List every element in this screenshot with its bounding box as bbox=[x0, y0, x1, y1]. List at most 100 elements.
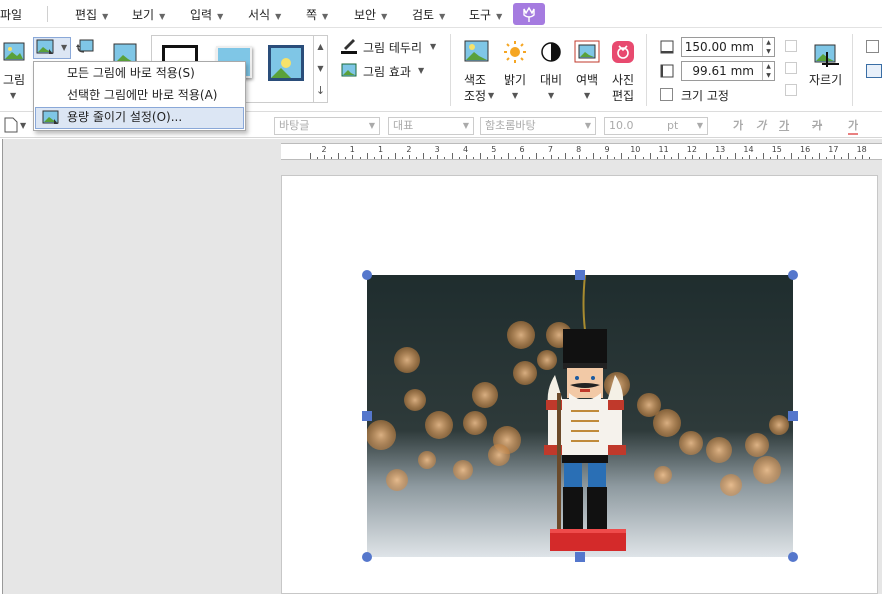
menu-review[interactable]: 검토 ▼ bbox=[412, 6, 445, 23]
resize-handle-top[interactable] bbox=[575, 270, 585, 280]
ruler-label: 18 bbox=[856, 145, 867, 154]
expand-gallery-icon[interactable]: ↓ bbox=[314, 80, 327, 102]
ruler-minor-tick bbox=[600, 157, 602, 159]
ruler-minor-tick bbox=[373, 157, 375, 159]
resize-handle-bottom-left[interactable] bbox=[362, 552, 372, 562]
underline-button[interactable]: 가 bbox=[779, 117, 789, 133]
height-icon bbox=[660, 64, 674, 78]
ruler-minor-tick bbox=[628, 157, 630, 159]
ruler-tick bbox=[310, 153, 311, 159]
apply-selected-picture-item[interactable]: 선택한 그림에만 바로 적용(A) bbox=[35, 85, 244, 107]
font-color-button[interactable]: 가 bbox=[848, 117, 859, 135]
ruler-minor-tick bbox=[472, 157, 474, 159]
margin-button[interactable]: 여백 ▼ bbox=[574, 40, 602, 104]
ruler-label: 13 bbox=[715, 145, 726, 154]
ruler-tick bbox=[847, 153, 849, 159]
chevron-down-icon: ▼ bbox=[439, 12, 446, 21]
nutcracker-photo-icon bbox=[367, 275, 793, 557]
menu-item-label: 용량 줄이기 설정(O)... bbox=[67, 110, 183, 124]
ribbon-separator bbox=[450, 34, 451, 106]
extra-checkbox[interactable] bbox=[866, 40, 879, 53]
font-select[interactable]: 함초롬바탕 ▼ bbox=[480, 117, 596, 135]
resize-handle-bottom[interactable] bbox=[575, 552, 585, 562]
menu-security[interactable]: 보안 ▼ bbox=[354, 6, 387, 23]
resize-handle-top-right[interactable] bbox=[788, 270, 798, 280]
gallery-scrollbar[interactable]: ▲ ▼ ↓ bbox=[314, 35, 328, 103]
italic-button[interactable]: 가 bbox=[756, 117, 766, 133]
same-width-icon[interactable] bbox=[785, 40, 797, 52]
ruler-minor-tick bbox=[331, 157, 333, 159]
picture-effect-button[interactable]: 그림 효과 ▼ bbox=[340, 62, 440, 80]
menu-file[interactable]: 파일 bbox=[0, 6, 22, 23]
ruler-minor-tick bbox=[741, 157, 743, 159]
strikethrough-button[interactable]: 가 bbox=[812, 117, 822, 133]
resize-handle-left[interactable] bbox=[362, 411, 372, 421]
horizontal-ruler[interactable]: 2 1 1 2 3 4 5 6 7 8 9 10 11 12 13 14 15 16 17 18 bbox=[281, 143, 882, 160]
height-input[interactable]: 99.61 mm ▲ ▼ bbox=[681, 61, 775, 81]
crop-button[interactable]: 자르기 bbox=[808, 40, 846, 104]
tulip-icon bbox=[523, 6, 535, 22]
menu-format[interactable]: 서식 ▼ bbox=[248, 6, 281, 23]
lock-size-checkbox[interactable]: 크기 고정 bbox=[660, 87, 760, 105]
chevron-down-icon: ▼ bbox=[488, 91, 495, 100]
picture-border-label: 그림 테두리 bbox=[363, 41, 423, 55]
style-gallery-item-framed[interactable] bbox=[268, 45, 304, 81]
outline-select[interactable]: 대표 ▼ bbox=[388, 117, 474, 135]
color-tone-button[interactable]: 색조 조정 ▼ bbox=[460, 40, 494, 104]
font-size-input[interactable]: 10.0 pt ▼ bbox=[604, 117, 708, 135]
chevron-down-icon: ▼ bbox=[512, 91, 519, 100]
menu-insert[interactable]: 입력 ▼ bbox=[190, 6, 223, 23]
ruler-minor-tick bbox=[352, 155, 354, 159]
contrast-button[interactable]: 대비 ▼ bbox=[538, 40, 566, 104]
width-input[interactable]: 150.00 mm ▲ ▼ bbox=[681, 37, 775, 57]
ruler-minor-tick bbox=[430, 157, 432, 159]
scroll-up-icon[interactable]: ▲ bbox=[314, 36, 327, 58]
compress-settings-item[interactable]: 용량 줄이기 설정(O)... bbox=[35, 107, 244, 129]
help-button[interactable] bbox=[513, 3, 545, 25]
apply-all-pictures-item[interactable]: 모든 그림에 바로 적용(S) bbox=[35, 63, 244, 85]
ruler-minor-tick bbox=[784, 157, 786, 159]
scroll-down-icon[interactable]: ▼ bbox=[314, 58, 327, 80]
compress-picture-button[interactable]: ▼ bbox=[33, 37, 71, 59]
menu-separator bbox=[47, 6, 48, 22]
menu-edit[interactable]: 편집 ▼ bbox=[75, 6, 108, 23]
width-stepper[interactable]: ▲ ▼ bbox=[762, 38, 774, 56]
ruler-tick bbox=[366, 153, 368, 159]
ruler-minor-tick bbox=[324, 155, 326, 159]
ruler-tick bbox=[508, 153, 510, 159]
picture-button[interactable]: 그림 ▼ bbox=[0, 38, 30, 100]
menu-page[interactable]: 쪽 ▼ bbox=[306, 6, 328, 23]
ruler-minor-tick bbox=[571, 157, 573, 159]
ruler-minor-tick bbox=[861, 155, 863, 159]
resize-handle-top-left[interactable] bbox=[362, 270, 372, 280]
menu-view[interactable]: 보기 ▼ bbox=[132, 6, 165, 23]
resize-handle-right[interactable] bbox=[788, 411, 798, 421]
ruler-minor-tick bbox=[854, 157, 856, 159]
font-size-value: 10.0 bbox=[609, 119, 634, 132]
resize-handle-bottom-right[interactable] bbox=[788, 552, 798, 562]
ruler-minor-tick bbox=[798, 157, 800, 159]
menu-tools[interactable]: 도구 ▼ bbox=[469, 6, 502, 23]
new-document-icon[interactable] bbox=[4, 117, 18, 133]
ruler-minor-tick bbox=[550, 155, 552, 159]
paragraph-style-select[interactable]: 바탕글 ▼ bbox=[274, 117, 380, 135]
brightness-button[interactable]: 밝기 ▼ bbox=[502, 40, 530, 104]
checkbox-box[interactable] bbox=[660, 88, 673, 101]
chevron-down-icon: ▼ bbox=[217, 12, 224, 21]
photo-edit-button[interactable]: 사진 편집 bbox=[610, 40, 638, 104]
chevron-down-icon[interactable]: ▼ bbox=[20, 121, 26, 130]
chevron-down-icon: ▼ bbox=[696, 121, 703, 130]
picture-border-button[interactable]: 그림 테두리 ▼ bbox=[340, 38, 450, 56]
ruler-tick bbox=[536, 153, 538, 159]
ruler-label: 11 bbox=[658, 145, 669, 154]
bold-button[interactable]: 가 bbox=[733, 117, 743, 133]
ribbon-separator bbox=[852, 34, 853, 106]
selected-picture[interactable] bbox=[367, 275, 793, 557]
ruler-minor-tick bbox=[635, 155, 637, 159]
height-stepper[interactable]: ▲ ▼ bbox=[762, 62, 774, 80]
same-size-icon[interactable] bbox=[785, 84, 797, 96]
same-height-icon[interactable] bbox=[785, 62, 797, 74]
width-value: 150.00 bbox=[684, 40, 727, 54]
reset-picture-button[interactable] bbox=[75, 38, 95, 58]
wrap-text-icon[interactable] bbox=[866, 64, 882, 78]
